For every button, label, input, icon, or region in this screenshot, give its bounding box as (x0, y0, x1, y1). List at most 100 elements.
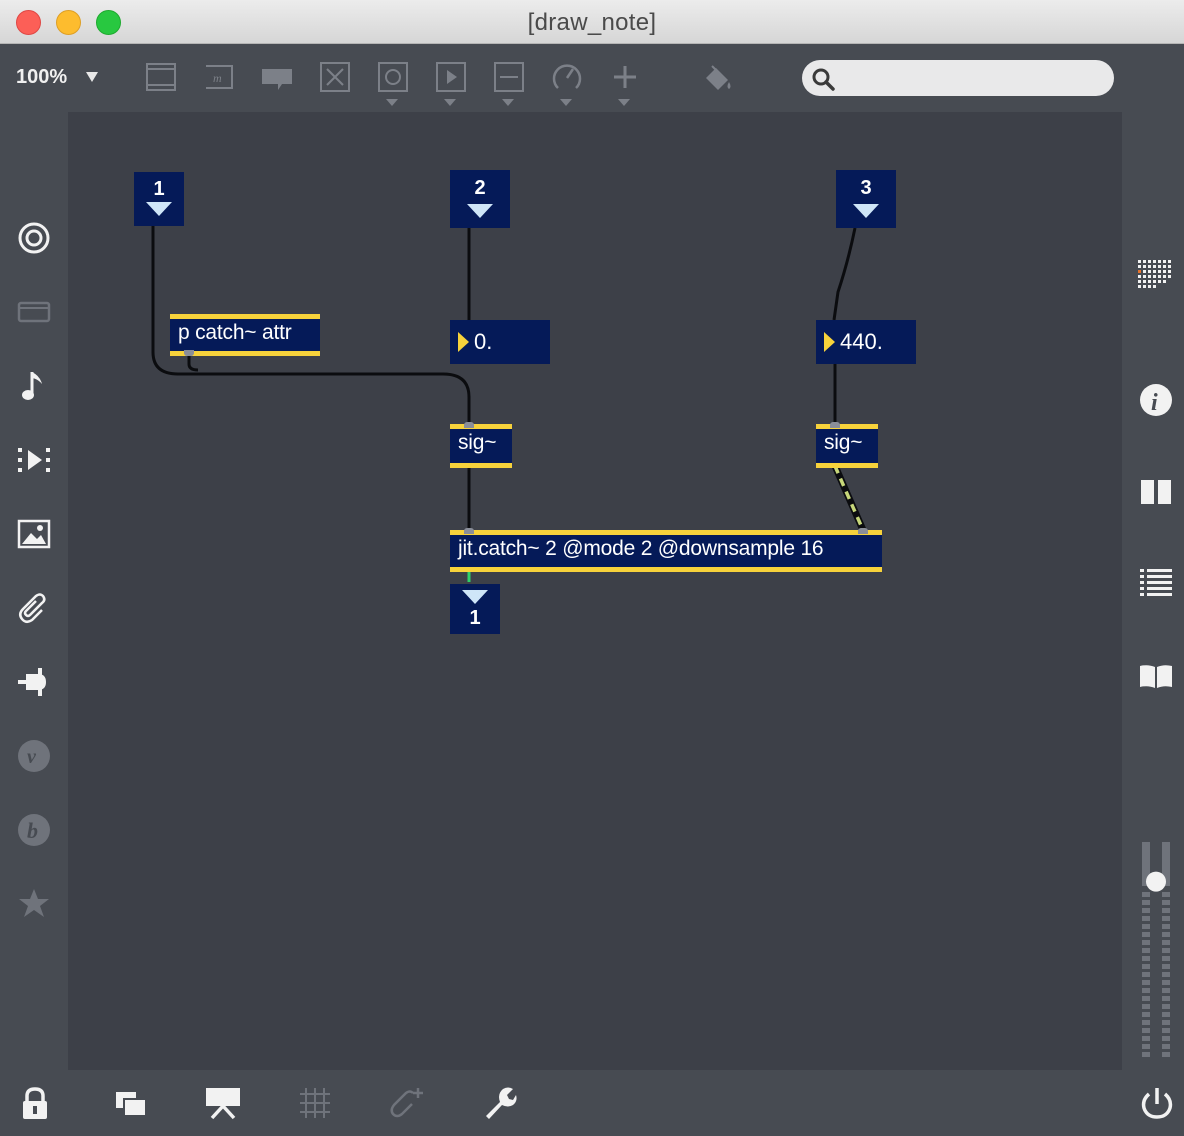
image-icon[interactable] (16, 516, 52, 552)
split-view-icon[interactable] (1138, 474, 1174, 510)
patcher-canvas[interactable]: 1 2 3 p catch~ attr 0. 440. sig~ sig~ ji… (68, 112, 1122, 1070)
svg-text:m: m (213, 71, 222, 85)
book-icon[interactable] (1138, 658, 1174, 694)
number-arrow-icon (458, 332, 469, 352)
inlet-number: 2 (474, 177, 486, 199)
inlet-2[interactable]: 2 (450, 170, 510, 228)
float-number-box[interactable]: 0. (450, 320, 550, 364)
object-text: jit.catch~ 2 @mode 2 @downsample 16 (458, 537, 824, 560)
grid-icon[interactable] (1136, 258, 1172, 294)
slider-icon[interactable] (492, 60, 526, 94)
inlet-1[interactable]: 1 (134, 172, 184, 226)
info-icon[interactable]: i (1138, 382, 1174, 418)
svg-text:b: b (27, 818, 38, 843)
sig-object[interactable]: sig~ (450, 424, 512, 468)
presentation-icon[interactable] (16, 294, 52, 330)
meter-segment (1162, 900, 1170, 905)
play-icon[interactable] (434, 60, 468, 94)
target-icon[interactable] (16, 220, 52, 256)
video-icon[interactable] (16, 442, 52, 478)
add-object-icon[interactable] (608, 60, 642, 94)
object-box-icon[interactable] (144, 60, 178, 94)
paint-bucket-icon[interactable] (700, 60, 734, 94)
grid-toggle-icon[interactable] (296, 1084, 334, 1122)
object-text: sig~ (824, 431, 863, 454)
add-object-menu-caret[interactable] (618, 99, 630, 106)
plug-icon[interactable] (16, 664, 52, 700)
number-value: 440. (840, 329, 883, 354)
lock-icon[interactable] (16, 1084, 54, 1122)
meter-segment (1142, 940, 1150, 945)
slider-menu-caret[interactable] (502, 99, 514, 106)
meter-segment (1142, 1020, 1150, 1025)
inlet-arrow-icon (853, 204, 879, 218)
meter-segment (1162, 996, 1170, 1001)
play-menu-caret[interactable] (444, 99, 456, 106)
volume-slider-knob[interactable] (1146, 871, 1166, 892)
meter-segment (1142, 892, 1150, 897)
meter-segment (1142, 948, 1150, 953)
outlet-port[interactable] (184, 350, 194, 356)
meter-segment (1162, 932, 1170, 937)
dial-icon[interactable] (550, 60, 584, 94)
meter-segment (1142, 908, 1150, 913)
inlet-port[interactable] (464, 528, 474, 534)
meter-segment (1162, 892, 1170, 897)
meter-segment (1162, 988, 1170, 993)
inlet-arrow-icon (467, 204, 493, 218)
toggle-menu-caret[interactable] (386, 99, 398, 106)
inlet-port[interactable] (858, 528, 868, 534)
windows-icon[interactable] (112, 1084, 150, 1122)
number-value: 0. (474, 329, 493, 354)
message-box-icon[interactable]: m (202, 60, 236, 94)
meter-segment (1142, 1052, 1150, 1057)
meter-segment (1142, 972, 1150, 977)
button-icon[interactable] (318, 60, 352, 94)
wrench-icon[interactable] (480, 1084, 518, 1122)
inlet-port[interactable] (464, 422, 474, 428)
power-icon[interactable] (1138, 1084, 1176, 1122)
sig-object[interactable]: sig~ (816, 424, 878, 468)
meter-segment (1162, 1036, 1170, 1041)
star-icon[interactable] (16, 886, 52, 922)
meter-segment (1142, 964, 1150, 969)
zoom-level[interactable]: 100% (16, 66, 67, 89)
meter-segment (1142, 996, 1150, 1001)
list-icon[interactable] (1138, 564, 1174, 600)
comment-icon[interactable] (260, 60, 294, 94)
meter-segment (1142, 1028, 1150, 1033)
meter-segment (1162, 1012, 1170, 1017)
inlet-port[interactable] (830, 422, 840, 428)
search-input[interactable] (802, 60, 1114, 96)
meter-segment (1142, 1012, 1150, 1017)
meter-segment (1142, 956, 1150, 961)
music-note-icon[interactable] (16, 368, 52, 404)
paperclip-icon[interactable] (16, 590, 52, 626)
meter-segment (1142, 1036, 1150, 1041)
zoom-dropdown-icon[interactable] (86, 72, 98, 82)
svg-text:v: v (27, 746, 37, 768)
meter-segment (1142, 900, 1150, 905)
patch-cords (151, 222, 867, 582)
object-text: sig~ (458, 431, 497, 454)
meter-segment (1142, 916, 1150, 921)
meter-segment (1162, 980, 1170, 985)
float-number-box[interactable]: 440. (816, 320, 916, 364)
meter-segment (1142, 988, 1150, 993)
b-icon[interactable]: b (16, 812, 52, 848)
meter-segment (1162, 1028, 1170, 1033)
attach-icon[interactable] (388, 1084, 426, 1122)
presentation-mode-icon[interactable] (204, 1084, 242, 1122)
number-arrow-icon (824, 332, 835, 352)
toggle-icon[interactable] (376, 60, 410, 94)
meter-segment (1162, 972, 1170, 977)
v-icon[interactable]: v (16, 738, 52, 774)
meter-segment (1162, 940, 1170, 945)
outlet-1[interactable]: 1 (450, 584, 500, 634)
toolbar: 100% m (0, 44, 1184, 112)
jit-catch-object[interactable]: jit.catch~ 2 @mode 2 @downsample 16 (450, 530, 882, 572)
dial-menu-caret[interactable] (560, 99, 572, 106)
inlet-number: 3 (860, 177, 872, 199)
inlet-3[interactable]: 3 (836, 170, 896, 228)
audio-level-meter[interactable] (1136, 842, 1176, 1062)
